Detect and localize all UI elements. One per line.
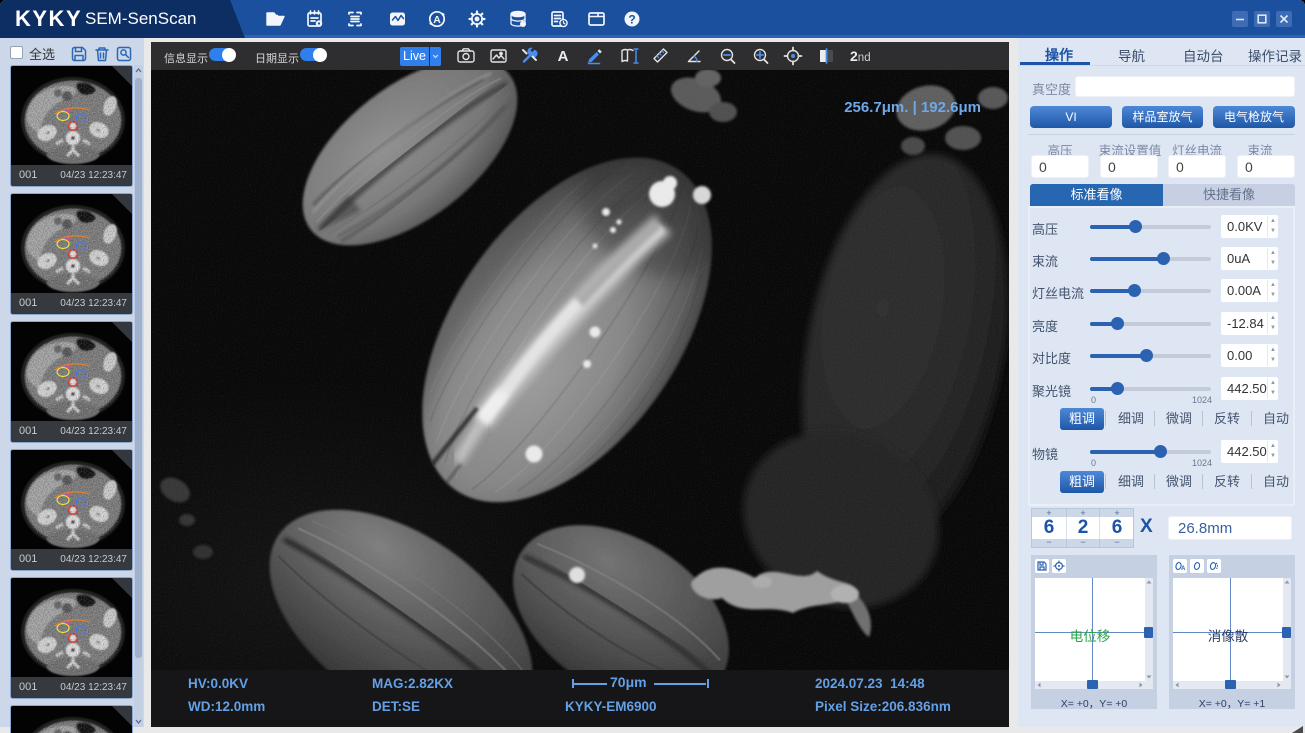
svg-text:2nd: 2nd <box>850 48 871 64</box>
svg-text:A: A <box>558 48 569 65</box>
svg-text:?: ? <box>628 12 635 26</box>
svg-text:A: A <box>433 14 441 26</box>
svg-text:A: A <box>1181 566 1186 572</box>
